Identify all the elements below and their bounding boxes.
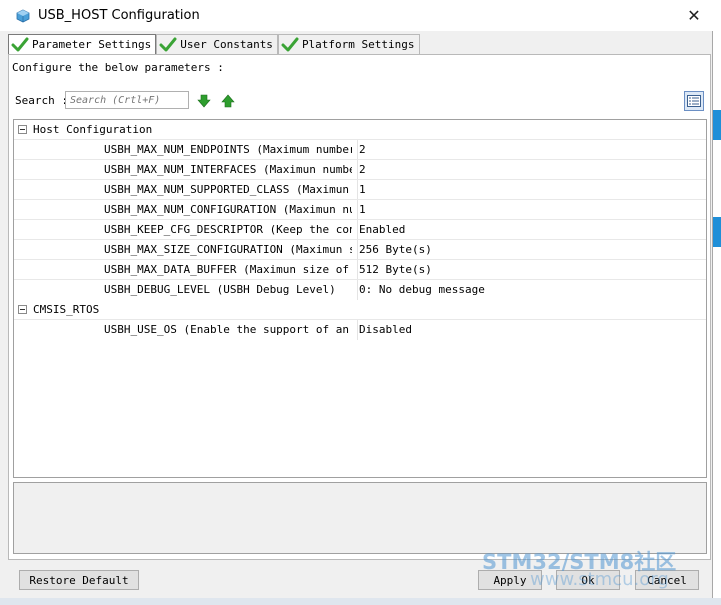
check-icon	[281, 37, 299, 51]
collapse-icon[interactable]	[18, 125, 27, 134]
param-row[interactable]: USBH_MAX_NUM_INTERFACES (Maximun number.…	[14, 159, 706, 180]
param-value[interactable]: 2	[359, 163, 366, 176]
group-cmsis-rtos[interactable]: CMSIS_RTOS	[14, 300, 706, 319]
param-row[interactable]: USBH_KEEP_CFG_DESCRIPTOR (Keep the conf.…	[14, 219, 706, 240]
column-separator	[357, 140, 358, 160]
column-separator	[357, 200, 358, 220]
param-value[interactable]: 512 Byte(s)	[359, 263, 432, 276]
param-value[interactable]: 1	[359, 203, 366, 216]
param-row[interactable]: USBH_MAX_NUM_ENDPOINTS (Maximum number .…	[14, 139, 706, 160]
param-name: USBH_MAX_SIZE_CONFIGURATION (Maximun si.…	[104, 243, 352, 256]
param-value[interactable]: 256 Byte(s)	[359, 243, 432, 256]
tab-strip: Parameter Settings User Constants Platfo…	[8, 34, 420, 55]
param-row[interactable]: USBH_MAX_SIZE_CONFIGURATION (Maximun si.…	[14, 239, 706, 260]
param-name: USBH_KEEP_CFG_DESCRIPTOR (Keep the conf.…	[104, 223, 352, 236]
search-label: Search :	[15, 94, 68, 107]
param-value[interactable]: Enabled	[359, 223, 405, 236]
tab-label: Parameter Settings	[32, 38, 152, 51]
configuration-dialog: USB_HOST Configuration ✕ Parameter Setti…	[0, 0, 713, 605]
check-icon	[11, 37, 29, 51]
collapse-icon[interactable]	[18, 305, 27, 314]
arrow-down-icon[interactable]	[197, 94, 211, 108]
param-row[interactable]: USBH_USE_OS (Enable the support of an R.…	[14, 319, 706, 340]
search-input[interactable]	[65, 91, 189, 109]
group-label: CMSIS_RTOS	[33, 303, 100, 316]
param-value[interactable]: Disabled	[359, 323, 412, 336]
list-icon	[687, 95, 701, 107]
restore-default-button[interactable]: Restore Default	[19, 570, 139, 590]
column-separator	[357, 180, 358, 200]
param-value[interactable]: 2	[359, 143, 366, 156]
param-row[interactable]: USBH_DEBUG_LEVEL (USBH Debug Level) 0: N…	[14, 279, 706, 300]
cube-icon	[16, 9, 30, 22]
title-bar: USB_HOST Configuration ✕	[0, 0, 713, 31]
param-name: USBH_MAX_NUM_SUPPORTED_CLASS (Maximun n.…	[104, 183, 352, 196]
param-row[interactable]: USBH_MAX_NUM_SUPPORTED_CLASS (Maximun n.…	[14, 179, 706, 200]
background-accent	[713, 110, 721, 140]
column-separator	[357, 320, 358, 340]
parameter-tree: Host Configuration USBH_MAX_NUM_ENDPOINT…	[13, 119, 707, 478]
tab-user-constants[interactable]: User Constants	[156, 34, 278, 54]
tab-label: Platform Settings	[301, 38, 415, 51]
taskbar	[0, 598, 721, 605]
param-name: USBH_USE_OS (Enable the support of an R.…	[104, 323, 352, 336]
column-separator	[357, 220, 358, 240]
window-title: USB_HOST Configuration	[38, 8, 200, 23]
group-label: Host Configuration	[33, 123, 153, 136]
watermark-url: www.stmcu.org	[530, 569, 669, 590]
param-name: USBH_MAX_NUM_INTERFACES (Maximun number.…	[104, 163, 352, 176]
close-icon[interactable]: ✕	[681, 4, 707, 26]
arrow-up-icon[interactable]	[221, 94, 235, 108]
column-separator	[357, 260, 358, 280]
background-accent	[713, 217, 721, 247]
column-separator	[357, 160, 358, 180]
param-name: USBH_MAX_NUM_CONFIGURATION (Maximun num.…	[104, 203, 352, 216]
column-separator	[357, 280, 358, 300]
param-value[interactable]: 0: No debug message	[359, 283, 485, 296]
column-separator	[357, 240, 358, 260]
parameter-panel: Configure the below parameters : Search …	[8, 54, 711, 560]
tab-platform-settings[interactable]: Platform Settings	[277, 34, 420, 54]
group-host-configuration[interactable]: Host Configuration	[14, 120, 706, 139]
instruction-text: Configure the below parameters :	[12, 61, 224, 74]
param-name: USBH_MAX_DATA_BUFFER (Maximun size of t.…	[104, 263, 352, 276]
tab-label: User Constants	[180, 38, 273, 51]
param-name: USBH_MAX_NUM_ENDPOINTS (Maximum number .…	[104, 143, 352, 156]
param-row[interactable]: USBH_MAX_DATA_BUFFER (Maximun size of t.…	[14, 259, 706, 280]
param-value[interactable]: 1	[359, 183, 366, 196]
background-window	[713, 0, 721, 605]
tab-parameter-settings[interactable]: Parameter Settings	[8, 34, 157, 55]
list-view-button[interactable]	[684, 91, 704, 111]
description-box	[13, 482, 707, 554]
param-name: USBH_DEBUG_LEVEL (USBH Debug Level)	[104, 283, 336, 296]
param-row[interactable]: USBH_MAX_NUM_CONFIGURATION (Maximun num.…	[14, 199, 706, 220]
check-icon	[159, 37, 177, 51]
